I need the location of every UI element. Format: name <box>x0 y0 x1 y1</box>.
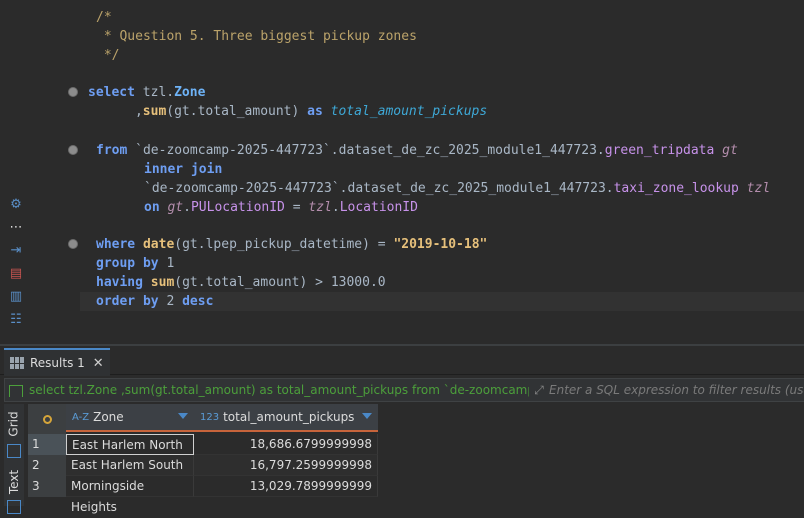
gear-icon[interactable]: ⚙ <box>8 196 24 212</box>
cell-zone[interactable]: East Harlem South <box>66 455 194 476</box>
error-file-icon[interactable]: ▤ <box>8 265 24 281</box>
code-line-join: inner join <box>144 162 223 177</box>
code-line-order: order by 2 desc <box>96 294 214 309</box>
results-tabbar: Results 1 ✕ <box>0 346 804 376</box>
row-number[interactable]: 1 <box>28 434 66 455</box>
results-grid: A-Z Zone 123 total_amount_pickups 1 East… <box>28 404 378 514</box>
code-comment-open: /* <box>96 10 112 25</box>
code-comment-close: */ <box>96 48 120 63</box>
record-icon <box>42 414 52 424</box>
sort-icon[interactable] <box>178 413 188 419</box>
grid-header: A-Z Zone 123 total_amount_pickups <box>28 404 378 434</box>
table-row[interactable]: 3 Morningside Heights 13,029.7899999999 <box>28 476 378 514</box>
cell-zone[interactable]: East Harlem North <box>66 434 194 455</box>
row-number[interactable]: 2 <box>28 455 66 476</box>
filter-sql-text[interactable]: select tzl.Zone ,sum(gt.total_amount) as… <box>5 383 529 397</box>
editor-toolbar: ⚙ ⋯ ⇥ ▤ ▥ ☷ <box>8 196 30 334</box>
script-icon[interactable]: ▥ <box>8 288 24 304</box>
number-type-icon: 123 <box>200 411 220 423</box>
code-line-sum: ,sum(gt.total_amount) as total_amount_pi… <box>88 104 488 119</box>
code-comment-text: * Question 5. Three biggest pickup zones <box>96 29 417 44</box>
cell-total[interactable]: 18,686.6799999998 <box>194 434 378 455</box>
select-all-corner[interactable] <box>28 404 66 434</box>
cell-total[interactable]: 16,797.2599999998 <box>194 455 378 476</box>
results-panel: Results 1 ✕ select tzl.Zone ,sum(gt.tota… <box>0 346 804 514</box>
tab-grid[interactable]: Grid <box>4 408 24 440</box>
fold-marker[interactable] <box>68 87 78 97</box>
fold-marker[interactable] <box>68 239 78 249</box>
table-row[interactable]: 2 East Harlem South 16,797.2599999998 <box>28 455 378 476</box>
column-header-total[interactable]: 123 total_amount_pickups <box>194 404 378 432</box>
sql-editor[interactable]: ⚙ ⋯ ⇥ ▤ ▥ ☷ /* * Question 5. Three bigge… <box>0 0 804 344</box>
grid-view-icon[interactable] <box>7 444 21 458</box>
code-line-having: having sum(gt.total_amount) > 13000.0 <box>96 275 386 290</box>
fold-marker[interactable] <box>68 145 78 155</box>
cell-zone[interactable]: Morningside Heights <box>66 476 194 514</box>
view-switcher: Grid Text <box>4 404 24 514</box>
code-line-select: select tzl.Zone <box>88 85 206 100</box>
row-number[interactable]: 3 <box>28 476 66 497</box>
sort-icon[interactable] <box>362 413 372 419</box>
text-view-icon[interactable] <box>7 500 21 514</box>
code-line-from: from `de-zoomcamp-2025-447723`.dataset_d… <box>96 143 738 158</box>
code-line-where: where date(gt.lpep_pickup_datetime) = "2… <box>96 237 488 252</box>
table-row[interactable]: 1 East Harlem North 18,686.6799999998 <box>28 434 378 455</box>
tab-label: Results 1 <box>30 356 85 370</box>
export-icon[interactable]: ⇥ <box>8 242 24 258</box>
tab-results-1[interactable]: Results 1 ✕ <box>4 348 110 376</box>
more-icon[interactable]: ⋯ <box>8 219 24 235</box>
column-header-zone[interactable]: A-Z Zone <box>66 404 194 432</box>
grid-icon <box>10 357 24 369</box>
close-icon[interactable]: ✕ <box>93 356 104 371</box>
code-line-on: on gt.PULocationID = tzl.LocationID <box>144 200 418 215</box>
text-type-icon: A-Z <box>72 411 90 423</box>
filter-bar[interactable]: select tzl.Zone ,sum(gt.total_amount) as… <box>4 378 804 402</box>
code-line-group: group by 1 <box>96 256 175 271</box>
tree-icon[interactable]: ☷ <box>8 311 24 327</box>
cell-total[interactable]: 13,029.7899999999 <box>194 476 378 497</box>
expand-icon[interactable]: ⤢ <box>531 383 547 398</box>
filter-input[interactable]: Enter a SQL expression to filter results… <box>549 383 804 397</box>
code-line-join-table: `de-zoomcamp-2025-447723`.dataset_de_zc_… <box>144 181 771 196</box>
tab-text[interactable]: Text <box>4 466 24 498</box>
